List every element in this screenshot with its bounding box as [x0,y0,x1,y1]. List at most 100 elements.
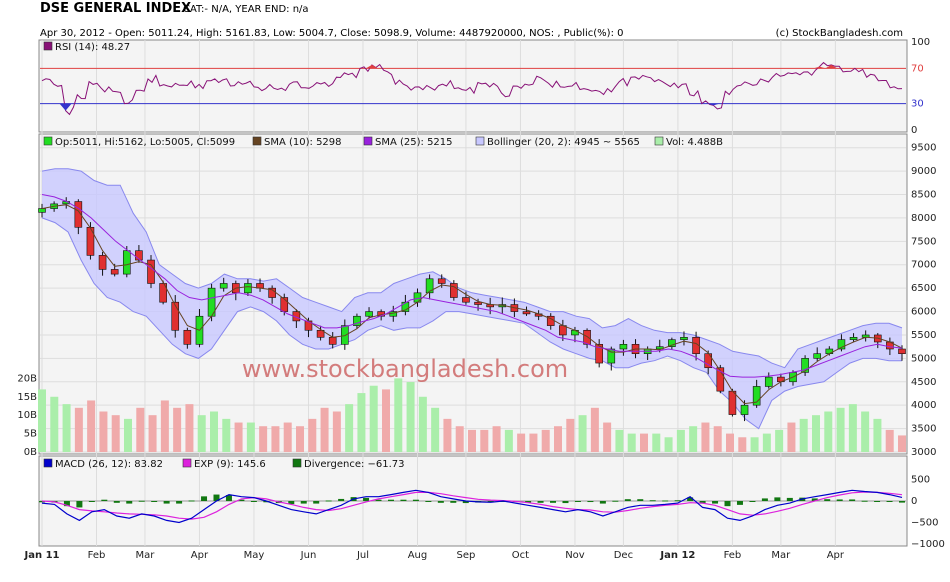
volume-bar [529,433,538,452]
volume-bar [357,393,366,452]
chart-title-suffix: CAT:- N/A, YEAR END: n/a [183,4,309,15]
volume-bar [689,426,698,452]
candle-body [219,283,228,289]
divergence-bar [412,499,419,501]
macd-legend-divergence-label: Divergence: −61.73 [304,459,405,470]
volume-bar [762,433,771,452]
volume-bar [271,426,280,452]
volume-bar [246,422,255,452]
divergence-bar [624,499,631,501]
candle-body [244,283,252,294]
stock-chart: DSE GENERAL INDEX CAT:- N/A, YEAR END: n… [17,1,945,561]
candle-body [740,404,749,415]
volume-bar [283,422,292,452]
price-legend-sma25-label: SMA (25): 5215 [375,137,453,148]
price-legend-candles-swatch [43,136,53,146]
volume-bar [812,415,820,452]
rsi-tick-label: 100 [911,37,930,48]
macd-legend-exp-label: EXP (9): 145.6 [194,459,266,470]
divergence-bar [649,500,656,502]
candle-body [425,278,434,294]
volume-bar [222,418,231,452]
volume-bar [615,429,624,452]
volume-tick-label: 20B [17,373,37,384]
divergence-bar [749,501,756,502]
divergence-bar [313,501,320,504]
price-tick-label: 9000 [911,166,936,177]
volume-bar [640,433,648,452]
volume-bar [369,385,378,452]
price-legend-candles-label: Op:5011, Hi:5162, Lo:5005, Cl:5099 [55,137,235,148]
divergence-bar [849,499,856,501]
volume-bar [652,433,661,452]
price-legend-sma10-swatch [252,136,262,146]
ohlc-summary: Apr 30, 2012 - Open: 5011.24, High: 5161… [40,28,624,39]
volume-bar [111,415,120,452]
price-tick-label: 8000 [911,213,936,224]
rsi-tick-label: 70 [911,63,924,74]
volume-bar [406,382,415,452]
price-tick-label: 3500 [911,424,936,435]
candle-body [849,337,858,340]
volume-bar [603,422,612,452]
volume-bar [480,429,489,452]
volume-bar [136,407,145,452]
volume-bar [848,404,857,452]
divergence-bar [400,499,407,501]
volume-bar [676,429,685,452]
candle-body [680,337,688,340]
divergence-bar [176,501,183,504]
divergence-bar [151,501,158,502]
month-tick-label: Nov [565,550,585,561]
candle-body [328,337,337,345]
volume-bar [296,426,304,452]
divergence-bar [824,499,831,501]
month-tick-label: May [244,550,265,561]
volume-bar [861,411,870,452]
volume-bar [578,415,587,452]
divergence-bar [736,501,743,505]
rsi-legend-swatch [43,41,53,51]
volume-bar [541,429,550,452]
divergence-bar [861,500,868,502]
watermark: www.stockbangladesh.com [242,355,568,383]
price-legend-bollinger-swatch [475,136,485,146]
volume-tick-label: 10B [17,410,37,421]
volume-bar [664,437,673,452]
volume-bar [160,400,169,452]
month-tick-label: Mar [136,550,156,561]
volume-bar [824,411,833,452]
volume-bar [431,407,440,452]
macd-tick-label: −1000 [911,539,945,550]
candle-body [122,250,131,275]
rsi-legend-label: RSI (14): 48.27 [55,42,130,53]
volume-bar [836,407,845,452]
price-tick-label: 6500 [911,283,936,294]
month-tick-label: Jan 11 [24,550,60,561]
volume-bar [382,389,390,452]
month-tick-label: Sep [457,550,476,561]
month-tick-label: Apr [827,550,845,561]
divergence-bar [450,501,457,503]
volume-bar [124,418,132,452]
candle-body [86,226,95,256]
divergence-bar [724,501,731,507]
divergence-bar [126,501,133,504]
macd-tick-label: −500 [911,518,938,529]
price-tick-label: 8500 [911,190,936,201]
divergence-bar [325,500,332,502]
volume-bar [38,389,46,452]
candle-body [619,344,628,350]
divergence-bar [201,496,208,501]
divergence-bar [163,501,170,504]
volume-bar [320,407,329,452]
month-tick-label: Jun [300,550,317,561]
divergence-bar [674,500,681,502]
macd-tick-label: 0 [911,496,917,507]
candle-body [522,311,531,315]
rsi-tick-label: 0 [911,125,917,136]
macd-legend-exp-swatch [182,458,192,468]
volume-bar [627,433,636,452]
volume-bar [443,418,452,452]
divergence-bar [774,497,781,501]
